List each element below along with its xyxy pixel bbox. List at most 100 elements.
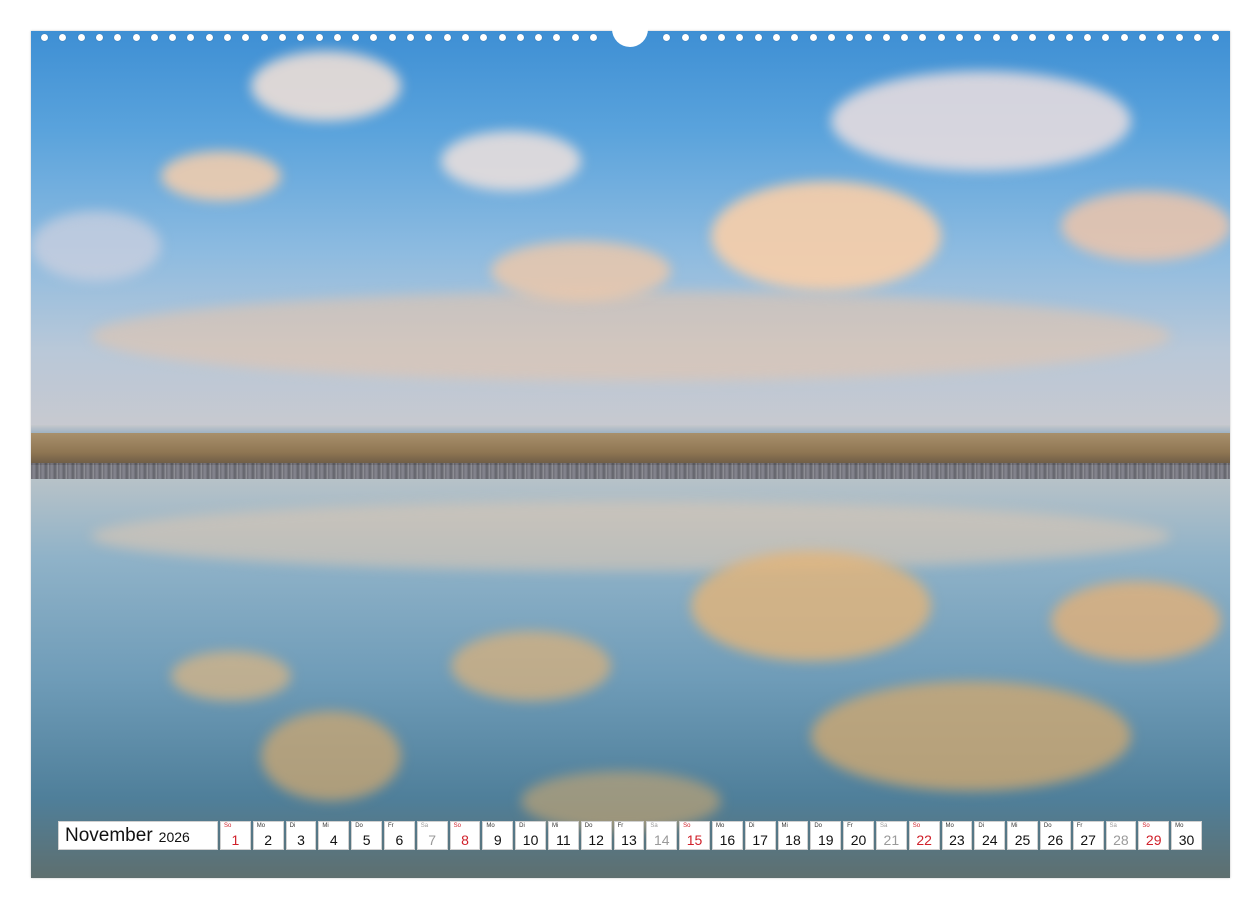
day-cell: Do 12 (580, 821, 612, 850)
weekday-label: Fr (387, 823, 394, 829)
binding-hole (718, 34, 726, 41)
binding-hole (736, 34, 744, 41)
day-cell: So 15 (679, 821, 710, 850)
day-cell: Fr 6 (383, 821, 415, 850)
weekday-label: Mo (486, 823, 495, 829)
day-number: 15 (686, 832, 703, 848)
cloud (711, 181, 941, 291)
weekday-label: Do (355, 823, 363, 829)
day-cell: Mi 4 (318, 821, 350, 850)
day-number: 23 (949, 832, 965, 848)
binding-hole (132, 34, 140, 41)
cloud-reflection (261, 711, 401, 801)
sand-strip (31, 433, 1230, 465)
binding-hole (846, 34, 854, 41)
day-number: 26 (1047, 832, 1064, 848)
weekday-label: Mi (1011, 823, 1018, 829)
binding-hole (1193, 34, 1201, 41)
day-number: 16 (719, 832, 736, 848)
calendar-page: November 2026 So 1 Mo 2 Di 3 Mi 4 Do 5 Fr 6 Sa 7 So 8 Mo… (0, 0, 1260, 908)
day-number: 20 (850, 832, 867, 848)
weekday-label: Mo (945, 823, 954, 829)
day-cell: So 8 (449, 821, 481, 850)
cloud (491, 241, 671, 301)
day-number: 29 (1145, 832, 1162, 848)
binding-hole (443, 34, 451, 41)
cloud-reflection (91, 501, 1171, 571)
day-number: 7 (428, 832, 437, 848)
binding-hole (937, 34, 945, 41)
day-cell: Fr 20 (843, 821, 874, 850)
binding-hole (1084, 34, 1092, 41)
day-cell: Mi 11 (547, 821, 579, 850)
binding-hole (95, 34, 103, 41)
day-cell: Do 26 (1039, 821, 1071, 850)
day-number: 8 (461, 832, 469, 848)
weekday-label: Di (748, 823, 755, 829)
day-cell: Di 24 (974, 821, 1006, 850)
day-cells: So 1 Mo 2 Di 3 Mi 4 Do 5 Fr 6 Sa 7 So 8 Mo 9 Di 10 Mi 11 Do 12 F… (220, 821, 1202, 850)
day-cell: Do 19 (810, 821, 842, 850)
weekday-label: Fr (617, 823, 624, 829)
day-cell: Mi 18 (777, 821, 809, 850)
binding-hole (571, 34, 579, 41)
cloud (1061, 191, 1230, 261)
binding-hole (827, 34, 835, 41)
day-cell: So 29 (1138, 821, 1170, 850)
binding-hole (388, 34, 396, 41)
day-number: 14 (653, 832, 670, 848)
calendar-strip: November 2026 So 1 Mo 2 Di 3 Mi 4 Do 5 Fr 6 Sa 7 So 8 Mo… (58, 821, 1202, 850)
binding-hole (425, 34, 433, 41)
weekday-label: Sa (1109, 823, 1117, 829)
weekday-label: So (912, 823, 921, 829)
cloud-reflection (171, 651, 291, 701)
binding-hole (1102, 34, 1110, 41)
day-number: 27 (1080, 832, 1096, 848)
binding-hole (370, 34, 378, 41)
binding-hole (1175, 34, 1183, 41)
binding-hole (901, 34, 909, 41)
day-number: 19 (817, 832, 834, 848)
weekday-label: Di (519, 823, 525, 829)
weekday-label: Di (289, 823, 296, 829)
cloud-reflection (451, 631, 611, 701)
weekday-label: So (1142, 823, 1150, 829)
binding-hole (169, 34, 177, 41)
weekday-label: Mo (715, 823, 725, 829)
cloud-reflection (811, 681, 1131, 791)
weekday-label: Do (584, 823, 593, 829)
cloud (251, 51, 401, 121)
binding-hole (242, 34, 250, 41)
weekday-label: Do (814, 823, 823, 829)
day-number: 4 (329, 832, 338, 848)
day-cell: Do 5 (351, 821, 382, 850)
day-cell: Fr 27 (1072, 821, 1104, 850)
binding-hole (1065, 34, 1073, 41)
cloud (161, 151, 281, 201)
binding-hole (1010, 34, 1018, 41)
binding-hole (956, 34, 963, 41)
binding-hole (791, 34, 799, 41)
day-number: 12 (588, 832, 604, 848)
day-cell: Mo 9 (482, 821, 514, 850)
day-cell: So 22 (908, 821, 940, 850)
day-number: 17 (752, 832, 768, 848)
binding-hole (224, 34, 231, 41)
binding-hole (41, 34, 48, 41)
weekday-label: Mo (1175, 823, 1184, 829)
binding-hole (407, 34, 414, 41)
weekday-label: Di (978, 823, 984, 829)
binding-hole (773, 34, 780, 41)
binding-hole (333, 34, 341, 41)
binding-hole (297, 34, 305, 41)
day-number: 28 (1113, 832, 1129, 848)
day-number: 24 (981, 832, 998, 848)
binding-hole (498, 34, 506, 41)
binding-hole (150, 34, 158, 41)
weekday-label: Sa (420, 823, 429, 829)
beach-photo (31, 31, 1230, 878)
binding-hole (1157, 34, 1165, 41)
binding-hole (516, 34, 524, 41)
day-number: 2 (264, 832, 273, 848)
binding-hole (553, 34, 561, 41)
